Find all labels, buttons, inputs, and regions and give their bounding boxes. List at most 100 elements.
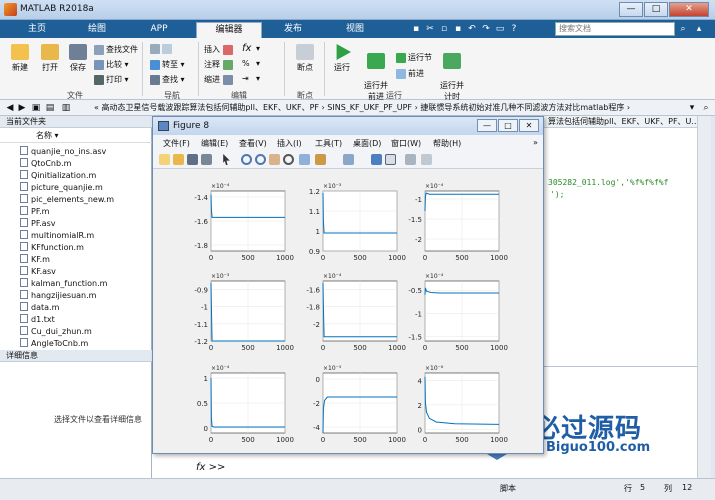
hide-plot-tools-icon[interactable] — [405, 154, 416, 165]
menu-tools[interactable]: 工具(T) — [315, 138, 342, 149]
file-item[interactable]: multinomialR.m — [20, 230, 94, 242]
code-line[interactable]: '); — [550, 190, 564, 199]
command-prompt[interactable]: fx >> — [196, 462, 225, 473]
file-item[interactable]: quanjie_no_ins.asv — [20, 146, 106, 158]
percent-icon[interactable]: % — [242, 59, 250, 68]
path-dropdown-icon[interactable]: ▾ — [686, 102, 698, 114]
current-folder-path[interactable]: « 高动态卫星信号载波跟踪算法包括伺辅助pll、EKF、UKF、PF › SIN… — [94, 102, 684, 114]
copy-icon[interactable]: ▫ — [438, 23, 450, 35]
editor-scrollbar[interactable] — [697, 116, 711, 486]
insert-button[interactable]: 插入 — [204, 44, 235, 55]
zoom-in-icon[interactable] — [241, 154, 252, 165]
code-line[interactable]: 305282_011.log','%f%f%f%f — [548, 178, 668, 187]
open-file-icon[interactable] — [173, 154, 184, 165]
file-item[interactable]: PF.m — [20, 206, 49, 218]
figure-canvas[interactable]: -1.4 -1.6 -1.8 0 500 1000 ×10⁻⁴ 1.2 1.1 1 0.9 0 500 1… — [153, 169, 543, 453]
figure-window[interactable]: Figure 8 — □ ✕ 文件(F) 编辑(E) 查看(V) 插入(I) 工… — [152, 116, 544, 454]
fx-button[interactable]: fx — [242, 43, 251, 54]
open-button[interactable]: 打开 — [36, 44, 64, 73]
pan-icon[interactable] — [269, 154, 280, 165]
menu-edit[interactable]: 编辑(E) — [201, 138, 228, 149]
indent-menu-icon[interactable]: ▾ — [256, 74, 260, 83]
nav-arrows[interactable] — [150, 44, 174, 54]
file-item[interactable]: hangzijiesuan.m — [20, 290, 96, 302]
data-cursor-icon[interactable] — [299, 154, 310, 165]
file-item[interactable]: Qinitialization.m — [20, 170, 96, 182]
file-item[interactable]: picture_quanjie.m — [20, 182, 103, 194]
file-item[interactable]: QtoCnb.m — [20, 158, 71, 170]
file-item[interactable]: AngleToCnb.m — [20, 338, 88, 350]
indent-icon-2[interactable]: ⇥ — [242, 74, 249, 83]
cut-icon[interactable]: ✂ — [424, 23, 436, 35]
folder-icon[interactable]: ▤ — [44, 102, 56, 114]
new-button[interactable]: 新建 — [6, 44, 34, 73]
legend-icon[interactable] — [385, 154, 396, 165]
minimize-button[interactable]: — — [619, 2, 643, 17]
menu-file[interactable]: 文件(F) — [163, 138, 190, 149]
file-item[interactable]: pic_elements_new.m — [20, 194, 114, 206]
search-docs-input[interactable]: 搜索文档 — [555, 22, 675, 36]
tab-editor[interactable]: 编辑器 — [196, 22, 262, 38]
find-files-button[interactable]: 查找文件 — [94, 44, 138, 55]
zoom-out-icon[interactable] — [255, 154, 266, 165]
notification-icon[interactable]: ▴ — [693, 23, 705, 35]
path-search-icon[interactable]: ⌕ — [700, 102, 712, 114]
menu-desktop[interactable]: 桌面(D) — [353, 138, 381, 149]
save-button[interactable]: 保存 — [64, 44, 92, 73]
file-item[interactable]: Cu_dui_zhun.m — [20, 326, 92, 338]
close-button[interactable]: ✕ — [669, 2, 709, 17]
print-button[interactable]: 打印 ▾ — [94, 74, 129, 85]
insert-menu-icon[interactable]: ▾ — [256, 44, 260, 53]
tab-publish[interactable]: 发布 — [268, 22, 318, 38]
switch-windows-icon[interactable]: ▭ — [494, 23, 506, 35]
back-icon[interactable]: ◀ — [4, 102, 16, 114]
file-item[interactable]: KF.m — [20, 254, 50, 266]
menu-view[interactable]: 查看(V) — [239, 138, 267, 149]
redo-icon[interactable]: ↷ — [480, 23, 492, 35]
search-icon[interactable]: ⌕ — [677, 23, 689, 35]
compare-button[interactable]: 比较 ▾ — [94, 59, 129, 70]
advance-button[interactable]: 前进 — [396, 68, 424, 79]
file-item[interactable]: d1.txt — [20, 314, 55, 326]
find-button[interactable]: 查找 ▾ — [150, 74, 185, 85]
file-item[interactable]: KF.asv — [20, 266, 56, 278]
menu-overflow-icon[interactable]: » — [533, 138, 538, 147]
file-item[interactable]: kalman_function.m — [20, 278, 107, 290]
colorbar-icon[interactable] — [371, 154, 382, 165]
save-icon[interactable]: ▪ — [410, 23, 422, 35]
menu-window[interactable]: 窗口(W) — [391, 138, 421, 149]
goto-button[interactable]: 转至 ▾ — [150, 59, 185, 70]
new-figure-icon[interactable] — [159, 154, 170, 165]
tab-home[interactable]: 主页 — [14, 22, 60, 38]
figure-maximize-button[interactable]: □ — [498, 119, 518, 132]
brush-icon[interactable] — [315, 154, 326, 165]
rotate-icon[interactable] — [283, 154, 294, 165]
pointer-icon[interactable] — [223, 154, 230, 165]
paste-icon[interactable]: ▪ — [452, 23, 464, 35]
tab-view[interactable]: 视图 — [330, 22, 380, 38]
up-folder-icon[interactable]: ▣ — [30, 102, 42, 114]
figure-minimize-button[interactable]: — — [477, 119, 497, 132]
link-plot-icon[interactable] — [343, 154, 354, 165]
undo-icon[interactable]: ↶ — [466, 23, 478, 35]
file-item[interactable]: PF.asv — [20, 218, 56, 230]
editor-tab-header[interactable]: 算法包括伺辅助pll、EKF、UKF、PF、U... — [540, 116, 697, 128]
tab-apps[interactable]: APP — [134, 22, 184, 38]
forward-icon[interactable]: ▶ — [16, 102, 28, 114]
file-item[interactable]: data.m — [20, 302, 59, 314]
save-figure-icon[interactable] — [187, 154, 198, 165]
tab-plots[interactable]: 绘图 — [74, 22, 120, 38]
file-item[interactable]: KFfunction.m — [20, 242, 84, 254]
comment-menu-icon[interactable]: ▾ — [256, 59, 260, 68]
breakpoints-button[interactable]: 断点 — [290, 44, 320, 73]
maximize-button[interactable]: □ — [644, 2, 668, 17]
print-figure-icon[interactable] — [201, 154, 212, 165]
run-button[interactable]: 运行 — [328, 44, 356, 73]
indent-button[interactable]: 缩进 — [204, 74, 235, 85]
comment-button[interactable]: 注释 — [204, 59, 235, 70]
browse-icon[interactable]: ▥ — [60, 102, 72, 114]
figure-close-button[interactable]: ✕ — [519, 119, 539, 132]
run-section-button[interactable]: 运行节 — [396, 52, 432, 63]
show-plot-tools-icon[interactable] — [421, 154, 432, 165]
help-icon[interactable]: ? — [508, 23, 520, 35]
